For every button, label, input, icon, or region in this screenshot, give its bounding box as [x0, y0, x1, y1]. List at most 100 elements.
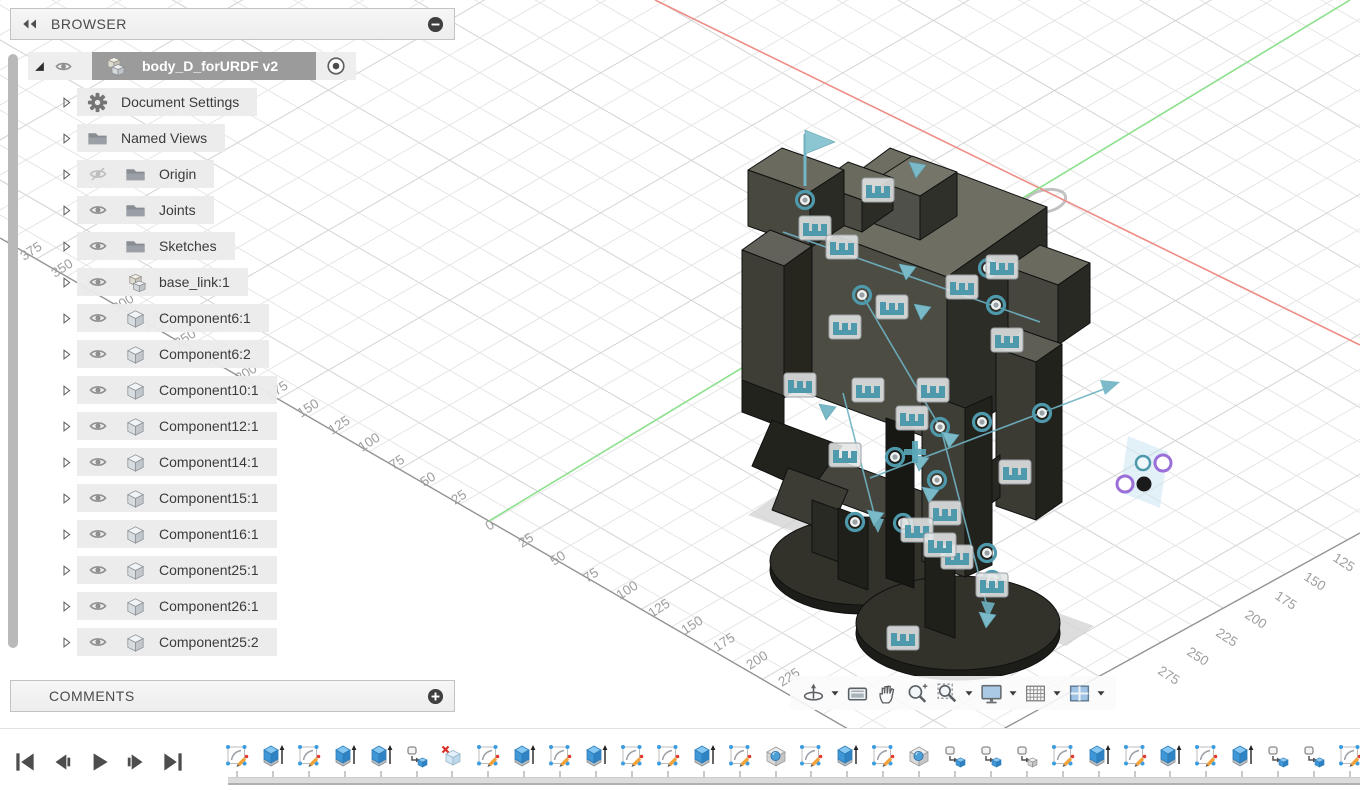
- timeline-feature-sketch[interactable]: [655, 743, 681, 769]
- root-eye-icon[interactable]: [50, 58, 76, 75]
- joint-badge-icon[interactable]: [887, 626, 919, 650]
- joint-badge-icon[interactable]: [826, 235, 858, 259]
- joint-badge-icon[interactable]: [976, 573, 1008, 597]
- timeline-feature-extrude[interactable]: [332, 743, 358, 769]
- joint-badge-icon[interactable]: [829, 315, 861, 339]
- timeline-feature-extrude[interactable]: [260, 743, 286, 769]
- browser-item-component6-1[interactable]: Component6:1: [55, 304, 269, 332]
- expand-arrow-icon[interactable]: [55, 592, 77, 620]
- expand-arrow-icon[interactable]: [55, 124, 77, 152]
- expand-arrow-icon[interactable]: [55, 88, 77, 116]
- timeline-feature-sketch[interactable]: [1050, 743, 1076, 769]
- timeline-feature-sketch[interactable]: [1122, 743, 1148, 769]
- timeline-feature-component[interactable]: [1265, 743, 1291, 769]
- timeline-ruler[interactable]: [228, 777, 1360, 785]
- timeline-feature-component[interactable]: [404, 743, 430, 769]
- tool-pan[interactable]: [872, 678, 902, 708]
- expand-arrow-icon[interactable]: [55, 376, 77, 404]
- joint-badge-icon[interactable]: [784, 373, 816, 397]
- eye-visible-icon[interactable]: [85, 273, 111, 291]
- collapse-panel-icon[interactable]: [19, 13, 41, 35]
- origin-point-purple[interactable]: [1155, 455, 1171, 471]
- browser-item-component12-1[interactable]: Component12:1: [55, 412, 277, 440]
- dropdown-caret-icon[interactable]: [1006, 678, 1020, 708]
- eye-visible-icon[interactable]: [85, 309, 111, 327]
- timeline-feature-extrude[interactable]: [368, 743, 394, 769]
- eye-visible-icon[interactable]: [85, 237, 111, 255]
- expand-arrow-icon[interactable]: [55, 160, 77, 188]
- origin-point-purple[interactable]: [1117, 476, 1133, 492]
- eye-visible-icon[interactable]: [85, 597, 111, 615]
- browser-item-component10-1[interactable]: Component10:1: [55, 376, 277, 404]
- tool-orbit[interactable]: [798, 678, 828, 708]
- timeline-feature-sketch[interactable]: [547, 743, 573, 769]
- joint-badge-icon[interactable]: [896, 406, 928, 430]
- root-component[interactable]: body_D_forURDF v2: [92, 52, 316, 80]
- timeline-feature-component-gray[interactable]: [1014, 743, 1040, 769]
- expand-arrow-icon[interactable]: [55, 232, 77, 260]
- timeline-feature-sketch[interactable]: [1337, 743, 1360, 769]
- timeline-feature-sketch[interactable]: [224, 743, 250, 769]
- browser-item-document-settings[interactable]: Document Settings: [55, 88, 257, 116]
- joint-badge-icon[interactable]: [924, 533, 956, 557]
- activate-component-radio[interactable]: [316, 55, 356, 77]
- minimize-panel-icon[interactable]: [424, 13, 446, 35]
- expand-arrow-icon[interactable]: [55, 628, 77, 656]
- timeline-feature-extrude[interactable]: [691, 743, 717, 769]
- dropdown-caret-icon[interactable]: [828, 678, 842, 708]
- tool-window-zoom[interactable]: [932, 678, 962, 708]
- timeline-feature-delete[interactable]: [439, 743, 465, 769]
- browser-item-component6-2[interactable]: Component6:2: [55, 340, 269, 368]
- joint-badge-icon[interactable]: [876, 295, 908, 319]
- timeline-feature-extrude[interactable]: [511, 743, 537, 769]
- add-comment-icon[interactable]: [424, 685, 446, 707]
- joint-badge-icon[interactable]: [917, 378, 949, 402]
- joint-badge-icon[interactable]: [946, 275, 978, 299]
- expand-arrow-icon[interactable]: [55, 448, 77, 476]
- origin-point-black[interactable]: [1137, 477, 1151, 491]
- timeline-feature-extrude[interactable]: [834, 743, 860, 769]
- timeline-feature-sketch[interactable]: [1193, 743, 1219, 769]
- joint-badge-icon[interactable]: [852, 378, 884, 402]
- timeline-feature-sketch[interactable]: [727, 743, 753, 769]
- timeline-feature-hole[interactable]: [763, 743, 789, 769]
- timeline-feature-sketch[interactable]: [475, 743, 501, 769]
- eye-visible-icon[interactable]: [85, 561, 111, 579]
- dropdown-caret-icon[interactable]: [1050, 678, 1064, 708]
- tool-viewports[interactable]: [1064, 678, 1094, 708]
- browser-item-sketches[interactable]: Sketches: [55, 232, 235, 260]
- dropdown-caret-icon[interactable]: [962, 678, 976, 708]
- browser-scrollbar[interactable]: [8, 54, 18, 648]
- timeline-feature-extrude[interactable]: [1157, 743, 1183, 769]
- tool-look-at[interactable]: [842, 678, 872, 708]
- eye-visible-icon[interactable]: [85, 525, 111, 543]
- expand-arrow-icon[interactable]: [55, 484, 77, 512]
- joint-badge-icon[interactable]: [986, 255, 1018, 279]
- browser-item-component14-1[interactable]: Component14:1: [55, 448, 277, 476]
- expand-arrow-icon[interactable]: [55, 304, 77, 332]
- eye-visible-icon[interactable]: [85, 633, 111, 651]
- browser-item-component25-2[interactable]: Component25:2: [55, 628, 277, 656]
- browser-item-joints[interactable]: Joints: [55, 196, 214, 224]
- joint-badge-icon[interactable]: [999, 460, 1031, 484]
- timeline-feature-component[interactable]: [1301, 743, 1327, 769]
- joint-badge-icon[interactable]: [991, 328, 1023, 352]
- browser-item-named-views[interactable]: Named Views: [55, 124, 225, 152]
- eye-hidden-icon[interactable]: [85, 165, 111, 183]
- expand-arrow-icon[interactable]: [55, 268, 77, 296]
- timeline-feature-extrude[interactable]: [1229, 743, 1255, 769]
- dropdown-caret-icon[interactable]: [1094, 678, 1108, 708]
- timeline-feature-component[interactable]: [978, 743, 1004, 769]
- browser-item-component26-1[interactable]: Component26:1: [55, 592, 277, 620]
- comments-panel-header[interactable]: COMMENTS: [10, 680, 455, 712]
- origin-point-teal[interactable]: [1136, 456, 1150, 470]
- timeline-feature-hole[interactable]: [906, 743, 932, 769]
- eye-visible-icon[interactable]: [85, 489, 111, 507]
- eye-visible-icon[interactable]: [85, 417, 111, 435]
- expand-arrow-icon[interactable]: [55, 556, 77, 584]
- browser-item-component25-1[interactable]: Component25:1: [55, 556, 277, 584]
- expand-arrow-icon[interactable]: [55, 196, 77, 224]
- expand-arrow-icon[interactable]: [55, 412, 77, 440]
- expand-arrow-icon[interactable]: [55, 340, 77, 368]
- joint-badge-icon[interactable]: [862, 178, 894, 202]
